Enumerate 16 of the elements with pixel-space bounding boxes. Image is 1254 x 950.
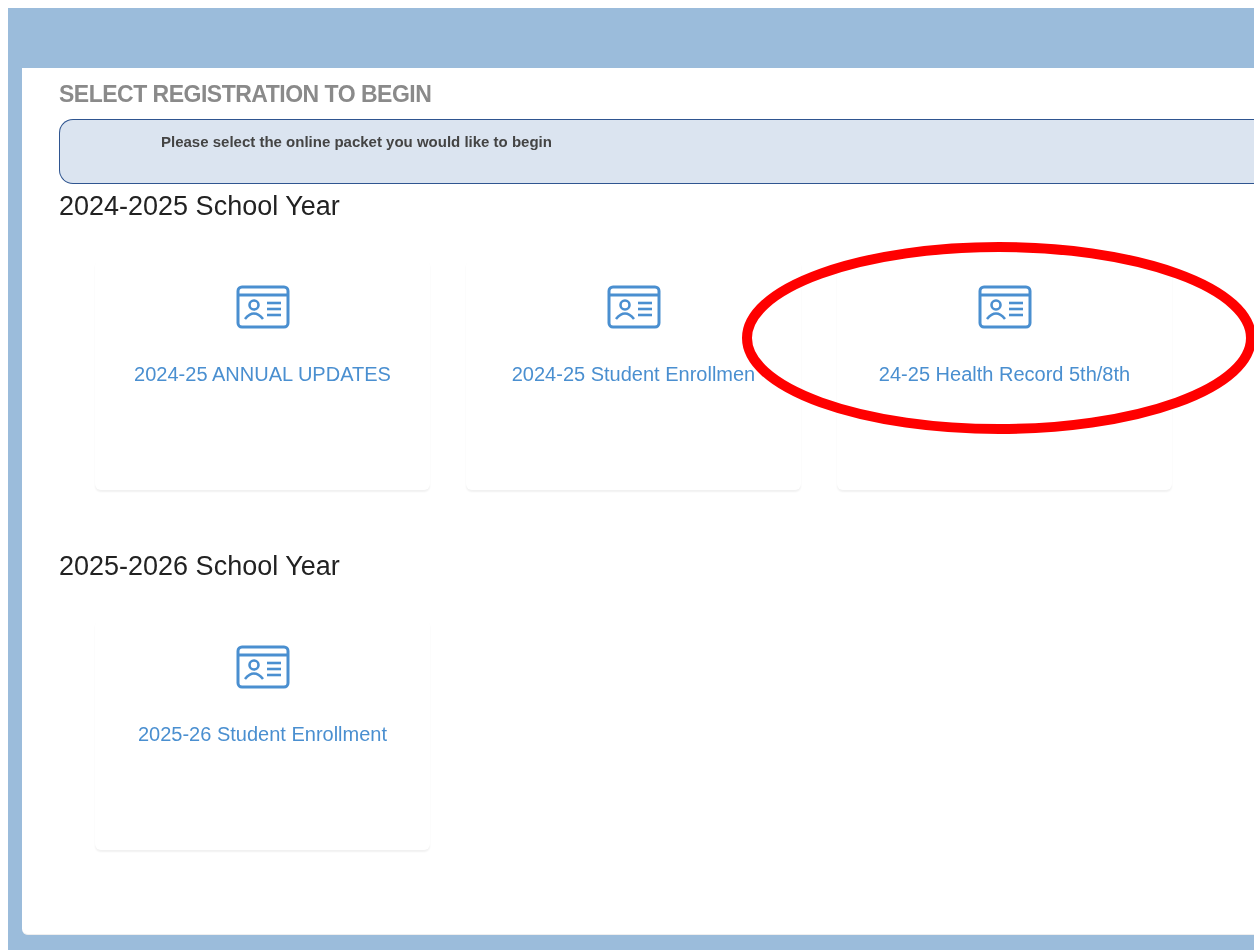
packet-card[interactable]: 2024-25 Student Enrollmen: [466, 260, 801, 490]
packet-link[interactable]: 2024-25 Student Enrollmen: [511, 359, 756, 389]
id-card-icon: [235, 645, 290, 689]
id-card-icon: [235, 285, 290, 329]
packet-link[interactable]: 2024-25 ANNUAL UPDATES: [134, 359, 391, 389]
instruction-text: Please select the online packet you would like to begin: [161, 133, 552, 150]
id-card-icon: [606, 285, 661, 329]
packet-card[interactable]: 24-25 Health Record 5th/8th: [837, 260, 1172, 490]
packet-card[interactable]: 2024-25 ANNUAL UPDATES: [95, 260, 430, 490]
page-heading: SELECT REGISTRATION TO BEGIN: [59, 80, 433, 108]
packet-card[interactable]: 2025-26 Student Enrollment: [95, 620, 430, 850]
id-card-icon: [977, 285, 1032, 329]
packet-link[interactable]: 24-25 Health Record 5th/8th: [878, 359, 1131, 389]
packet-link[interactable]: 2025-26 Student Enrollment: [137, 719, 388, 749]
section-title: 2025-2026 School Year: [59, 550, 340, 582]
section-title: 2024-2025 School Year: [59, 190, 340, 222]
